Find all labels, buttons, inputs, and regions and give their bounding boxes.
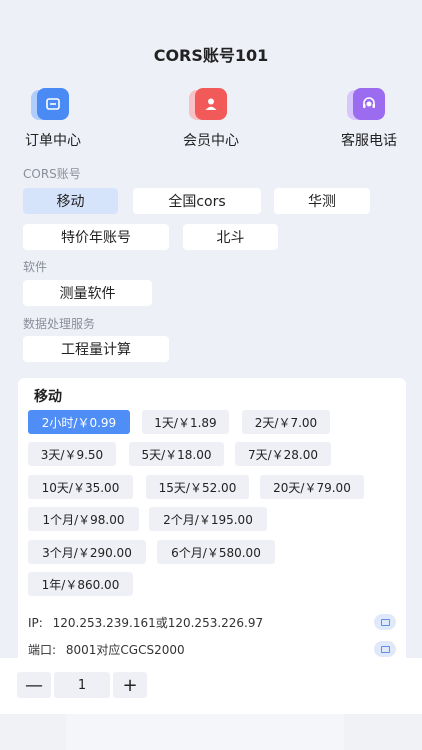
price-option[interactable]: 1天/￥1.89 <box>142 410 229 434</box>
price-option[interactable]: 6个月/￥580.00 <box>157 540 275 564</box>
price-option[interactable]: 2天/￥7.00 <box>242 410 330 434</box>
cors-option-national[interactable]: 全国cors <box>133 188 261 214</box>
software-section-label: 软件 <box>23 260 48 274</box>
order-center-label: 订单中心 <box>25 133 81 149</box>
plan-card: 移动 2小时/￥0.99 1天/￥1.89 2天/￥7.00 3天/￥9.50 … <box>18 378 406 668</box>
cors-option-special-annual[interactable]: 特价年账号 <box>23 224 169 250</box>
quick-actions: 订单中心 会员中心 客服电话 <box>0 88 422 152</box>
cors-option-beidou[interactable]: 北斗 <box>183 224 278 250</box>
price-option[interactable]: 1个月/￥98.00 <box>28 507 139 531</box>
ip-label: IP: <box>28 616 43 630</box>
ip-row: IP: 120.253.239.161或120.253.226.97 <box>28 614 396 631</box>
price-option[interactable]: 1年/￥860.00 <box>28 572 133 596</box>
price-option[interactable]: 20天/￥79.00 <box>260 475 364 499</box>
price-option[interactable]: 2个月/￥195.00 <box>149 507 267 531</box>
port-label: 端口: <box>28 643 57 657</box>
bottom-panel: — 1 + <box>0 658 422 750</box>
member-icon <box>189 88 229 122</box>
price-option[interactable]: 3个月/￥290.00 <box>28 540 146 564</box>
data-service-option-quantity[interactable]: 工程量计算 <box>23 336 169 362</box>
price-option[interactable]: 15天/￥52.00 <box>146 475 249 499</box>
software-option-survey[interactable]: 测量软件 <box>23 280 152 306</box>
copy-port-icon[interactable] <box>374 641 396 657</box>
cors-section-label: CORS账号 <box>23 167 81 181</box>
data-service-section-label: 数据处理服务 <box>23 317 96 331</box>
copy-ip-icon[interactable] <box>374 614 396 630</box>
bottom-bar-left <box>0 714 66 750</box>
quantity-value[interactable]: 1 <box>54 672 110 698</box>
member-center-button[interactable]: 会员中心 <box>166 88 256 150</box>
increase-quantity-button[interactable]: + <box>113 672 147 698</box>
decrease-quantity-button[interactable]: — <box>17 672 51 698</box>
port-value: 8001对应CGCS2000 <box>65 643 185 657</box>
ip-value: 120.253.239.161或120.253.226.97 <box>52 616 264 630</box>
cors-option-mobile[interactable]: 移动 <box>23 188 118 214</box>
order-center-button[interactable]: 订单中心 <box>8 88 98 150</box>
price-option[interactable]: 3天/￥9.50 <box>28 442 116 466</box>
port-row: 端口: 8001对应CGCS2000 <box>28 641 396 658</box>
price-option[interactable]: 10天/￥35.00 <box>28 475 133 499</box>
price-option[interactable]: 7天/￥28.00 <box>235 442 331 466</box>
order-icon <box>31 88 71 122</box>
customer-service-icon <box>347 88 387 122</box>
bottom-bar-right <box>344 714 422 750</box>
customer-service-button[interactable]: 客服电话 <box>324 88 414 150</box>
bottom-action-bar <box>0 714 422 750</box>
cors-option-huace[interactable]: 华测 <box>274 188 370 214</box>
member-center-label: 会员中心 <box>183 133 239 149</box>
price-option[interactable]: 5天/￥18.00 <box>129 442 224 466</box>
page-title: CORS账号101 <box>153 46 269 65</box>
plan-card-title: 移动 <box>34 389 62 405</box>
customer-service-label: 客服电话 <box>341 133 397 149</box>
page: CORS账号101 订单中心 会员中心 客服电话 CORS账号 移动 全国cor… <box>0 0 422 750</box>
price-option[interactable]: 2小时/￥0.99 <box>28 410 130 434</box>
